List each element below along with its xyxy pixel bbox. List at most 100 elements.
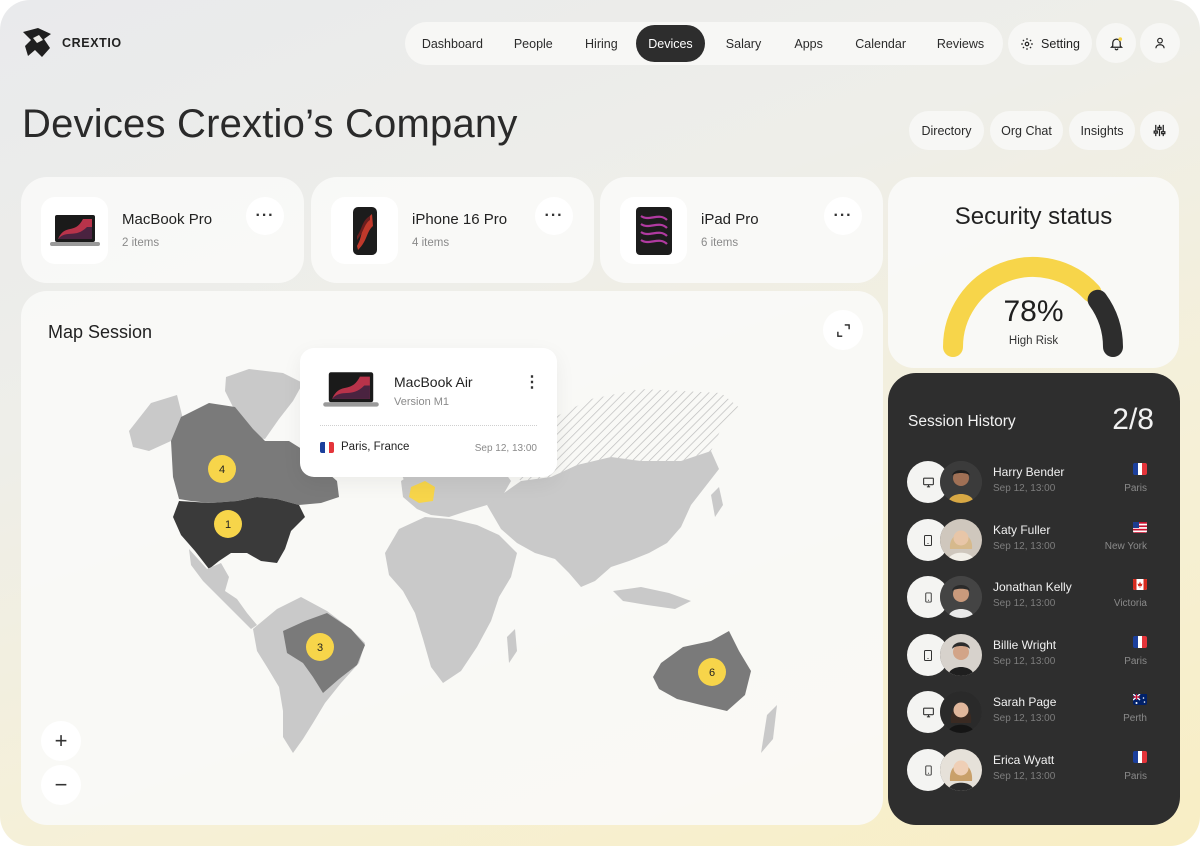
popup-time: Sep 12, 13:00 — [474, 443, 537, 454]
session-count: 2/8 — [1112, 403, 1154, 436]
session-city: Victoria — [1113, 598, 1147, 609]
avatar — [940, 691, 982, 733]
cluster-marker[interactable]: 6 — [698, 658, 726, 686]
ipad-thumbnail — [620, 197, 687, 264]
flag-usa-icon — [1133, 521, 1147, 533]
more-options-icon[interactable]: ··· — [824, 197, 862, 235]
cluster-count: 3 — [317, 642, 323, 654]
cluster-marker[interactable]: 3 — [306, 633, 334, 661]
avatar — [940, 749, 982, 791]
popup-device-version: Version M1 — [394, 396, 450, 408]
insights-button[interactable]: Insights — [1069, 111, 1135, 150]
avatar — [940, 634, 982, 676]
setting-button[interactable]: Setting — [1008, 22, 1092, 65]
session-row[interactable]: Erica Wyatt Sep 12, 13:00 Paris — [907, 749, 1163, 791]
nav-apps[interactable]: Apps — [778, 25, 839, 62]
africa — [385, 517, 517, 683]
session-time: Sep 12, 13:00 — [993, 483, 1056, 494]
session-user-name: Sarah Page — [993, 695, 1057, 709]
device-count: 4 items — [412, 237, 450, 249]
device-name: MacBook Pro — [122, 211, 213, 228]
nav-calendar[interactable]: Calendar — [839, 25, 922, 62]
session-user-name: Jonathan Kelly — [993, 580, 1072, 594]
iphone-thumbnail — [331, 197, 398, 264]
session-time: Sep 12, 13:00 — [993, 713, 1056, 724]
more-options-icon[interactable]: ··· — [246, 197, 284, 235]
session-time: Sep 12, 13:00 — [993, 656, 1056, 667]
directory-button[interactable]: Directory — [909, 111, 984, 150]
security-value: 78% — [1003, 295, 1064, 328]
macbook-thumbnail — [41, 197, 108, 264]
device-count: 2 items — [122, 237, 160, 249]
device-name: iPad Pro — [701, 211, 759, 228]
session-city: New York — [1104, 541, 1147, 552]
session-time: Sep 12, 13:00 — [993, 771, 1056, 782]
flag-canada-icon — [1133, 578, 1147, 590]
flag-france-icon — [1133, 751, 1147, 763]
flag-france-icon — [1133, 463, 1147, 475]
nav-dashboard[interactable]: Dashboard — [409, 25, 496, 62]
nav-people[interactable]: People — [496, 25, 571, 62]
brand-name: CREXTIO — [62, 36, 122, 50]
session-history-panel: Session History 2/8 Harry Bender Sep 12,… — [888, 373, 1180, 825]
cluster-count: 1 — [225, 519, 231, 531]
session-time: Sep 12, 13:00 — [993, 541, 1056, 552]
session-row[interactable]: Harry Bender Sep 12, 13:00 Paris — [907, 461, 1163, 503]
gear-icon — [1021, 37, 1033, 50]
session-row[interactable]: Katy Fuller Sep 12, 13:00 New York — [907, 519, 1163, 561]
indonesia — [613, 587, 691, 609]
flag-australia-icon — [1133, 693, 1147, 705]
logo[interactable]: CREXTIO — [20, 26, 122, 60]
session-title: Session History — [908, 413, 1016, 430]
kebab-menu-icon[interactable]: ⋮ — [524, 375, 540, 391]
filter-button[interactable] — [1140, 111, 1179, 150]
avatar — [940, 461, 982, 503]
user-icon — [1155, 37, 1165, 49]
nav-devices[interactable]: Devices — [635, 25, 705, 62]
session-user-name: Erica Wyatt — [993, 753, 1055, 767]
session-user-name: Billie Wright — [993, 638, 1057, 652]
session-row[interactable]: Sarah Page Sep 12, 13:00 Perth — [907, 691, 1163, 733]
zoom-out-button[interactable]: − — [41, 765, 81, 805]
new-zealand — [761, 705, 777, 753]
popup-device-name: MacBook Air — [394, 374, 473, 390]
mexico — [189, 549, 257, 629]
device-name: iPhone 16 Pro — [412, 211, 508, 228]
notifications-button[interactable] — [1096, 23, 1136, 63]
setting-label: Setting — [1041, 36, 1080, 51]
flag-france-icon — [1133, 636, 1147, 648]
device-popup[interactable]: MacBook Air Version M1 ⋮ Paris, France S… — [300, 348, 557, 477]
more-options-icon[interactable]: ··· — [535, 197, 573, 235]
zoom-in-button[interactable]: + — [41, 721, 81, 761]
profile-button[interactable] — [1140, 23, 1180, 63]
nav-salary[interactable]: Salary — [709, 25, 778, 62]
org-chat-button[interactable]: Org Chat — [990, 111, 1063, 150]
session-city: Paris — [1124, 656, 1147, 667]
session-user-name: Harry Bender — [993, 465, 1065, 479]
device-count: 6 items — [701, 237, 739, 249]
page-title: Devices Crextio’s Company — [22, 102, 518, 146]
session-row[interactable]: Billie Wright Sep 12, 13:00 Paris — [907, 634, 1163, 676]
session-time: Sep 12, 13:00 — [993, 598, 1056, 609]
cluster-marker[interactable]: 4 — [208, 455, 236, 483]
nav-hiring[interactable]: Hiring — [571, 25, 632, 62]
avatar — [940, 519, 982, 561]
security-status-card: Security status 78% High Risk — [888, 177, 1179, 368]
nav-reviews[interactable]: Reviews — [922, 25, 999, 62]
sliders-icon — [1153, 124, 1166, 137]
madagascar — [507, 629, 517, 663]
bell-icon — [1109, 36, 1123, 50]
laptop-icon — [49, 214, 100, 246]
cluster-count: 6 — [709, 667, 715, 679]
device-card-iphone[interactable]: iPhone 16 Pro 4 items ··· — [311, 177, 594, 283]
device-card-ipad[interactable]: iPad Pro 6 items ··· — [600, 177, 883, 283]
device-card-macbook[interactable]: MacBook Pro 2 items ··· — [21, 177, 304, 283]
flag-france-icon — [320, 442, 334, 453]
session-user-name: Katy Fuller — [993, 523, 1051, 537]
session-row[interactable]: Jonathan Kelly Sep 12, 13:00 Victoria — [907, 576, 1163, 618]
security-title: Security status — [954, 203, 1113, 230]
cluster-marker[interactable]: 1 — [214, 510, 242, 538]
japan — [711, 487, 723, 517]
tablet-icon — [635, 206, 672, 255]
cluster-count: 4 — [219, 464, 225, 476]
